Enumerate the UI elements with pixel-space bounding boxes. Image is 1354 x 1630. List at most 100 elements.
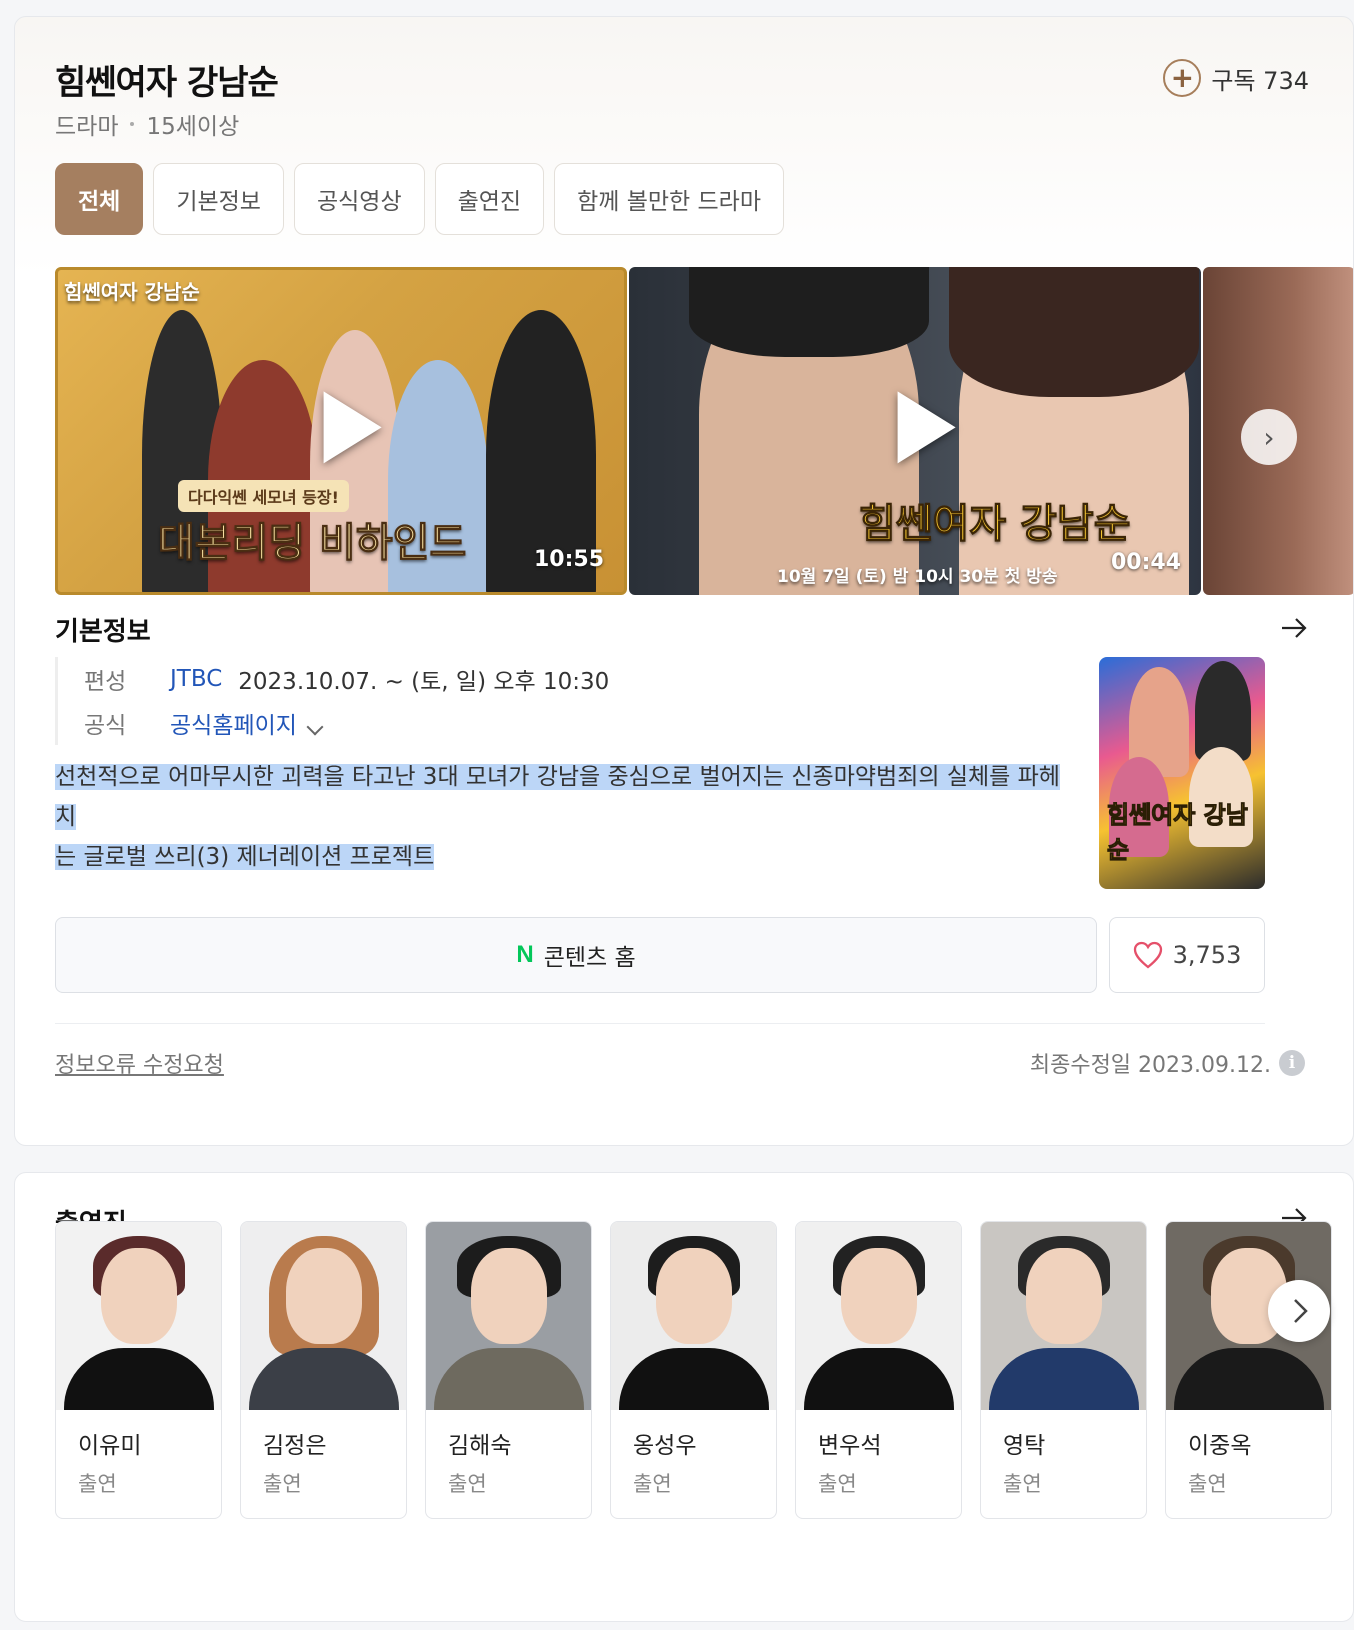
separator-dot [130, 122, 135, 126]
face-shape [1025, 1248, 1102, 1344]
heart-icon [1133, 941, 1162, 969]
cast-role: 출연 [1188, 1472, 1227, 1496]
cast-item[interactable]: 이중옥 출연 [1165, 1221, 1332, 1519]
cast-role: 출연 [633, 1472, 672, 1496]
broadcaster-link[interactable]: JTBC [170, 666, 222, 692]
cast-photo [796, 1222, 961, 1410]
cast-role: 출연 [818, 1472, 857, 1496]
cast-card: 출연진 이유미 출연 김정은 출연 [14, 1172, 1354, 1622]
page-title: 힘쎈여자 강남순 [55, 63, 279, 103]
report-error-link[interactable]: 정보오류 수정요청 [55, 1047, 224, 1079]
face-shape [100, 1248, 177, 1344]
cast-item[interactable]: 이유미 출연 [55, 1221, 222, 1519]
play-icon[interactable] [323, 391, 382, 464]
section-title-basic-info: 기본정보 [55, 617, 151, 647]
cast-role: 출연 [448, 1472, 487, 1496]
video-thumbnail[interactable]: 힘쎈여자 강남순 10월 7일 (토) 밤 10시 30분 첫 방송 00:44 [629, 267, 1201, 595]
cast-name: 김해숙 [448, 1433, 512, 1459]
cast-name: 영탁 [1003, 1433, 1046, 1459]
tab-cast[interactable]: 출연진 [434, 163, 545, 235]
video-caption-big: 대본리딩 비하인드 [157, 520, 467, 567]
body-shape [988, 1348, 1139, 1410]
like-button[interactable]: 3,753 [1109, 917, 1265, 993]
video-duration: 10:55 [533, 547, 604, 572]
tab-recommended-dramas[interactable]: 함께 볼만한 드라마 [554, 163, 784, 235]
info-row-official: 공식 공식홈페이지 [84, 701, 609, 745]
genre-label: 드라마 [55, 114, 119, 140]
face-shape [655, 1248, 732, 1344]
schedule-text: 2023.10.07. ~ (토, 일) 오후 10:30 [238, 669, 610, 695]
hair-shape [689, 267, 929, 357]
video-logo-text: 힘쎈여자 강남순 [64, 280, 200, 304]
body-shape [433, 1348, 584, 1410]
person-figure [1195, 661, 1251, 761]
cast-item[interactable]: 옹성우 출연 [610, 1221, 777, 1519]
hair-shape [949, 267, 1199, 397]
body-shape [63, 1348, 214, 1410]
face-shape [285, 1248, 362, 1344]
cast-next-button[interactable] [1268, 1280, 1330, 1342]
body-shape [1173, 1348, 1324, 1410]
homepage-link[interactable]: 공식홈페이지 [170, 706, 324, 740]
info-table: 편성 JTBC 2023.10.07. ~ (토, 일) 오후 10:30 공식… [55, 657, 609, 745]
face-shape [470, 1248, 547, 1344]
synopsis: 선천적으로 어마무시한 괴력을 타고난 3대 모녀가 강남을 중심으로 벌어지는… [55, 757, 1075, 877]
cast-name: 옹성우 [633, 1433, 697, 1459]
divider [55, 1023, 1265, 1024]
video-carousel: 힘쎈여자 강남순 다다익쎈 세모녀 등장! 대본리딩 비하인드 10:55 힘쎈… [55, 267, 1353, 595]
drama-poster[interactable]: 힘쎈여자 강남순 [1099, 657, 1265, 889]
content-home-button[interactable]: N 콘텐츠 홈 [55, 917, 1097, 993]
drama-meta: 드라마 15세이상 [55, 107, 239, 141]
chevron-right-icon [1294, 1299, 1308, 1323]
cast-item[interactable]: 김해숙 출연 [425, 1221, 592, 1519]
chevron-down-icon [306, 718, 324, 736]
cast-role: 출연 [263, 1472, 302, 1496]
synopsis-line: 는 글로벌 쓰리(3) 제너레이션 프로젝트 [55, 844, 435, 870]
chevron-right-icon: › [1263, 420, 1275, 454]
info-label: 편성 [84, 669, 127, 695]
naver-n-icon: N [516, 941, 534, 968]
body-shape [803, 1348, 954, 1410]
plus-icon: + [1163, 59, 1202, 97]
cast-name: 변우석 [818, 1433, 882, 1459]
video-thumbnail[interactable]: 힘쎈여자 강남순 다다익쎈 세모녀 등장! 대본리딩 비하인드 10:55 [55, 267, 627, 595]
tab-official-video[interactable]: 공식영상 [293, 163, 425, 235]
cast-item[interactable]: 김정은 출연 [240, 1221, 407, 1519]
video-caption-small: 10월 7일 (토) 밤 10시 30분 첫 방송 [777, 567, 1058, 587]
play-icon[interactable] [897, 391, 956, 464]
cast-item[interactable]: 영탁 출연 [980, 1221, 1147, 1519]
cast-photo [56, 1222, 221, 1410]
body-shape [248, 1348, 399, 1410]
cast-item[interactable]: 변우석 출연 [795, 1221, 962, 1519]
last-updated: 최종수정일 2023.09.12. i [1030, 1047, 1305, 1079]
cast-photo [241, 1222, 406, 1410]
carousel-next-button[interactable]: › [1241, 409, 1297, 465]
video-caption-big: 힘쎈여자 강남순 [859, 501, 1132, 548]
face-shape [840, 1248, 917, 1344]
arrow-right-icon[interactable] [1279, 613, 1309, 643]
drama-info-card: 힘쎈여자 강남순 드라마 15세이상 + 구독 734 전체 기본정보 공식영상… [14, 16, 1354, 1146]
tab-all[interactable]: 전체 [55, 163, 144, 235]
body-shape [618, 1348, 769, 1410]
homepage-link-label: 공식홈페이지 [170, 713, 297, 739]
cast-name: 이중옥 [1188, 1433, 1252, 1459]
subscribe-label: 구독 734 [1211, 66, 1309, 95]
rating-label: 15세이상 [146, 114, 240, 140]
info-label: 공식 [84, 713, 127, 739]
video-duration: 00:44 [1110, 550, 1181, 575]
synopsis-line: 선천적으로 어마무시한 괴력을 타고난 3대 모녀가 강남을 중심으로 벌어지는… [55, 764, 1060, 830]
info-icon[interactable]: i [1279, 1050, 1305, 1076]
subscribe-button[interactable]: + 구독 734 [1163, 59, 1309, 97]
cast-photo [981, 1222, 1146, 1410]
tab-basic-info[interactable]: 기본정보 [153, 163, 284, 235]
video-caption-small: 다다익쎈 세모녀 등장! [178, 480, 349, 512]
poster-title: 힘쎈여자 강남순 [1107, 801, 1249, 865]
cast-list: 이유미 출연 김정은 출연 김해숙 출연 옹성우 출연 변우석 출연 영탁 출연… [55, 1221, 1353, 1521]
last-updated-text: 최종수정일 2023.09.12. [1029, 1053, 1271, 1078]
cast-photo [426, 1222, 591, 1410]
like-count: 3,753 [1172, 941, 1242, 969]
cast-name: 김정은 [263, 1433, 327, 1459]
cast-role: 출연 [78, 1472, 117, 1496]
cast-name: 이유미 [78, 1433, 142, 1459]
tab-bar: 전체 기본정보 공식영상 출연진 함께 볼만한 드라마 [55, 163, 784, 235]
